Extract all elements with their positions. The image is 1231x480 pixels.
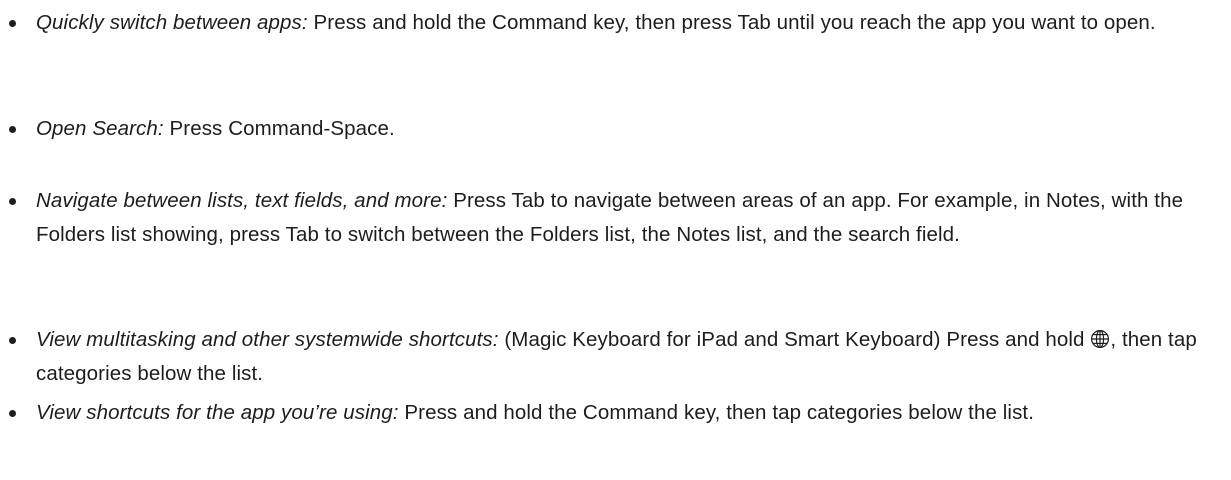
tip-text: Press and hold the Command key, then tap…: [404, 401, 1035, 424]
tip-term: Open Search:: [36, 117, 164, 140]
list-item-multitasking-shortcuts: View multitasking and other systemwide s…: [9, 323, 1211, 391]
tip-term: View shortcuts for the app you’re using:: [36, 401, 399, 424]
list-item-app-shortcuts: View shortcuts for the app you’re using:…: [9, 396, 1211, 430]
tip-text: Press and hold the Command key, then pre…: [313, 11, 1156, 34]
globe-icon: [1090, 329, 1110, 349]
tip-term: View multitasking and other systemwide s…: [36, 328, 499, 351]
shortcuts-tips-section: Quickly switch between apps: Press and h…: [0, 0, 1231, 480]
list-item-switch-apps: Quickly switch between apps: Press and h…: [9, 6, 1211, 40]
tip-term: Navigate between lists, text fields, and…: [36, 189, 448, 212]
list-item-open-search: Open Search: Press Command-Space.: [9, 112, 1211, 146]
tip-term: Quickly switch between apps:: [36, 11, 308, 34]
list-item-navigate-lists: Navigate between lists, text fields, and…: [9, 184, 1211, 252]
tip-text: (Magic Keyboard for iPad and Smart Keybo…: [504, 328, 1085, 351]
tip-text: Press Command-Space.: [169, 117, 395, 140]
